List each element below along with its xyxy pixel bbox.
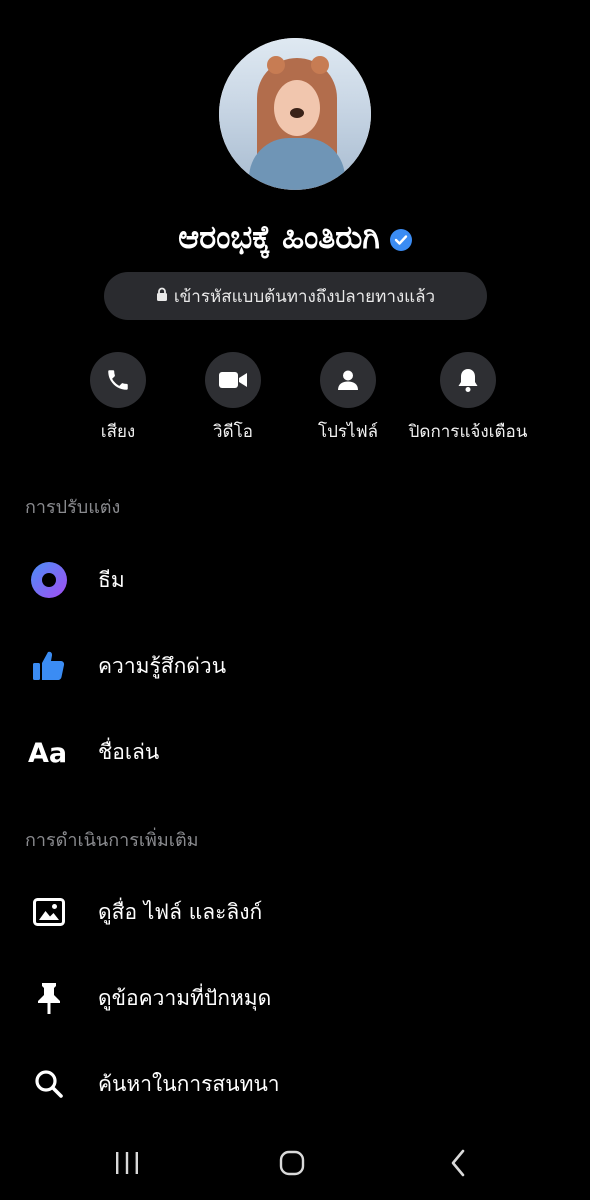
profile-avatar[interactable]	[219, 38, 371, 190]
encryption-label: เข้ารหัสแบบต้นทางถึงปลายทางแล้ว	[173, 286, 436, 307]
text-aa-icon: Aa	[24, 727, 74, 777]
profile-button[interactable]: โปรไฟล์	[283, 352, 413, 445]
menu-item-pinned-messages-label: ดูข้อความที่ปักหมุด	[98, 985, 272, 1010]
thumbs-up-icon	[24, 641, 74, 691]
mute-notifications-label: ปิดการแจ้งเตือน	[408, 422, 528, 442]
menu-item-view-media[interactable]: ดูสื่อ ไฟล์ และลิงก์	[0, 882, 590, 942]
home-icon	[279, 1150, 305, 1176]
search-icon	[24, 1059, 74, 1109]
phone-icon	[90, 352, 146, 408]
profile-name: ಆರಂಭಕ್ಕೆ ಹಿಂತಿರುಗಿ	[178, 217, 380, 256]
image-icon	[24, 887, 74, 937]
menu-item-view-media-label: ดูสื่อ ไฟล์ และลิงก์	[98, 899, 263, 924]
menu-item-nicknames[interactable]: Aa ชื่อเล่น	[0, 722, 590, 782]
menu-item-quick-reaction-label: ความรู้สึกด่วน	[98, 653, 227, 678]
video-call-label: วิดีโอ	[213, 422, 253, 442]
lock-icon	[156, 286, 168, 306]
svg-text:Aa: Aa	[28, 738, 67, 766]
back-icon	[451, 1149, 465, 1177]
recent-apps-button[interactable]	[104, 1140, 150, 1186]
menu-item-theme-label: ธีม	[98, 567, 125, 592]
video-call-button[interactable]: วิดีโอ	[168, 352, 298, 445]
voice-call-label: เสียง	[100, 422, 136, 442]
section-more-actions-header: การดำเนินการเพิ่มเติม	[25, 830, 199, 851]
menu-item-search-conversation-label: ค้นหาในการสนทนา	[98, 1071, 280, 1096]
voice-call-button[interactable]: เสียง	[53, 352, 183, 445]
avatar-filter-nose	[290, 108, 304, 118]
menu-item-theme[interactable]: ธีม	[0, 550, 590, 610]
encryption-badge[interactable]: เข้ารหัสแบบต้นทางถึงปลายทางแล้ว	[104, 272, 487, 320]
menu-item-quick-reaction[interactable]: ความรู้สึกด่วน	[0, 636, 590, 696]
menu-item-nicknames-label: ชื่อเล่น	[98, 739, 160, 764]
recent-apps-icon	[116, 1152, 138, 1174]
verified-badge-icon	[389, 229, 412, 251]
avatar-filter-ears	[267, 56, 329, 78]
mute-notifications-button[interactable]: ปิดการแจ้งเตือน	[403, 352, 533, 445]
menu-item-pinned-messages[interactable]: ดูข้อความที่ปักหมุด	[0, 968, 590, 1028]
profile-label: โปรไฟล์	[317, 422, 379, 442]
menu-item-search-conversation[interactable]: ค้นหาในการสนทนา	[0, 1054, 590, 1114]
video-camera-icon	[205, 352, 261, 408]
back-button[interactable]	[435, 1140, 481, 1186]
person-icon	[320, 352, 376, 408]
theme-icon	[24, 555, 74, 605]
section-customize-header: การปรับแต่ง	[25, 497, 121, 518]
profile-name-row: ಆರಂಭಕ್ಕೆ ಹಿಂತಿರುಗಿ	[0, 212, 590, 262]
bell-icon	[440, 352, 496, 408]
home-button[interactable]	[269, 1140, 315, 1186]
pin-icon	[24, 973, 74, 1023]
